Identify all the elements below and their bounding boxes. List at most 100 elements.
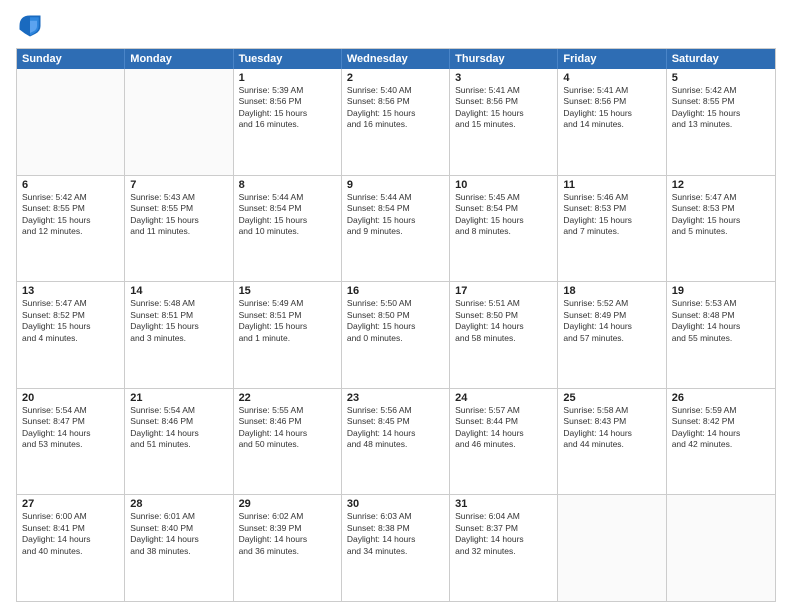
day-info: Sunrise: 5:41 AM Sunset: 8:56 PM Dayligh…: [455, 85, 524, 129]
day-info: Sunrise: 5:54 AM Sunset: 8:46 PM Dayligh…: [130, 405, 199, 449]
day-number: 1: [239, 72, 336, 84]
day-number: 9: [347, 179, 444, 191]
day-number: 27: [22, 498, 119, 510]
day-number: 6: [22, 179, 119, 191]
day-info: Sunrise: 5:44 AM Sunset: 8:54 PM Dayligh…: [347, 192, 416, 236]
calendar-day-cell: 28Sunrise: 6:01 AM Sunset: 8:40 PM Dayli…: [125, 495, 233, 601]
day-number: 24: [455, 392, 552, 404]
day-number: 16: [347, 285, 444, 297]
calendar-day-cell: 23Sunrise: 5:56 AM Sunset: 8:45 PM Dayli…: [342, 389, 450, 495]
day-number: 21: [130, 392, 227, 404]
calendar-week-row: 27Sunrise: 6:00 AM Sunset: 8:41 PM Dayli…: [17, 494, 775, 601]
calendar-day-cell: 3Sunrise: 5:41 AM Sunset: 8:56 PM Daylig…: [450, 69, 558, 175]
day-number: 28: [130, 498, 227, 510]
day-info: Sunrise: 5:55 AM Sunset: 8:46 PM Dayligh…: [239, 405, 308, 449]
day-info: Sunrise: 5:51 AM Sunset: 8:50 PM Dayligh…: [455, 298, 524, 342]
day-info: Sunrise: 5:47 AM Sunset: 8:53 PM Dayligh…: [672, 192, 741, 236]
day-number: 30: [347, 498, 444, 510]
day-number: 29: [239, 498, 336, 510]
day-number: 13: [22, 285, 119, 297]
day-info: Sunrise: 5:42 AM Sunset: 8:55 PM Dayligh…: [22, 192, 91, 236]
calendar-day-cell: 1Sunrise: 5:39 AM Sunset: 8:56 PM Daylig…: [234, 69, 342, 175]
calendar-empty-cell: [17, 69, 125, 175]
day-info: Sunrise: 5:52 AM Sunset: 8:49 PM Dayligh…: [563, 298, 632, 342]
calendar-day-cell: 10Sunrise: 5:45 AM Sunset: 8:54 PM Dayli…: [450, 176, 558, 282]
calendar-day-cell: 11Sunrise: 5:46 AM Sunset: 8:53 PM Dayli…: [558, 176, 666, 282]
day-number: 25: [563, 392, 660, 404]
day-info: Sunrise: 5:46 AM Sunset: 8:53 PM Dayligh…: [563, 192, 632, 236]
calendar-day-cell: 9Sunrise: 5:44 AM Sunset: 8:54 PM Daylig…: [342, 176, 450, 282]
calendar-header-day: Thursday: [450, 49, 558, 69]
logo-icon: [16, 12, 44, 40]
day-info: Sunrise: 5:41 AM Sunset: 8:56 PM Dayligh…: [563, 85, 632, 129]
day-number: 7: [130, 179, 227, 191]
day-number: 5: [672, 72, 770, 84]
day-number: 22: [239, 392, 336, 404]
calendar-day-cell: 29Sunrise: 6:02 AM Sunset: 8:39 PM Dayli…: [234, 495, 342, 601]
day-number: 12: [672, 179, 770, 191]
calendar-day-cell: 30Sunrise: 6:03 AM Sunset: 8:38 PM Dayli…: [342, 495, 450, 601]
header: [16, 12, 776, 40]
day-info: Sunrise: 5:49 AM Sunset: 8:51 PM Dayligh…: [239, 298, 308, 342]
day-info: Sunrise: 5:48 AM Sunset: 8:51 PM Dayligh…: [130, 298, 199, 342]
day-number: 15: [239, 285, 336, 297]
calendar-day-cell: 7Sunrise: 5:43 AM Sunset: 8:55 PM Daylig…: [125, 176, 233, 282]
day-info: Sunrise: 5:44 AM Sunset: 8:54 PM Dayligh…: [239, 192, 308, 236]
day-info: Sunrise: 5:42 AM Sunset: 8:55 PM Dayligh…: [672, 85, 741, 129]
calendar-day-cell: 16Sunrise: 5:50 AM Sunset: 8:50 PM Dayli…: [342, 282, 450, 388]
calendar-header-day: Friday: [558, 49, 666, 69]
calendar-day-cell: 8Sunrise: 5:44 AM Sunset: 8:54 PM Daylig…: [234, 176, 342, 282]
calendar-day-cell: 2Sunrise: 5:40 AM Sunset: 8:56 PM Daylig…: [342, 69, 450, 175]
day-number: 17: [455, 285, 552, 297]
calendar-day-cell: 18Sunrise: 5:52 AM Sunset: 8:49 PM Dayli…: [558, 282, 666, 388]
day-number: 8: [239, 179, 336, 191]
calendar: SundayMondayTuesdayWednesdayThursdayFrid…: [16, 48, 776, 602]
calendar-body: 1Sunrise: 5:39 AM Sunset: 8:56 PM Daylig…: [17, 69, 775, 601]
day-number: 3: [455, 72, 552, 84]
calendar-day-cell: 21Sunrise: 5:54 AM Sunset: 8:46 PM Dayli…: [125, 389, 233, 495]
calendar-empty-cell: [667, 495, 775, 601]
calendar-header: SundayMondayTuesdayWednesdayThursdayFrid…: [17, 49, 775, 69]
calendar-day-cell: 6Sunrise: 5:42 AM Sunset: 8:55 PM Daylig…: [17, 176, 125, 282]
calendar-header-day: Wednesday: [342, 49, 450, 69]
day-info: Sunrise: 6:04 AM Sunset: 8:37 PM Dayligh…: [455, 511, 524, 555]
day-number: 18: [563, 285, 660, 297]
calendar-day-cell: 15Sunrise: 5:49 AM Sunset: 8:51 PM Dayli…: [234, 282, 342, 388]
calendar-empty-cell: [125, 69, 233, 175]
calendar-day-cell: 26Sunrise: 5:59 AM Sunset: 8:42 PM Dayli…: [667, 389, 775, 495]
calendar-week-row: 13Sunrise: 5:47 AM Sunset: 8:52 PM Dayli…: [17, 281, 775, 388]
day-number: 10: [455, 179, 552, 191]
calendar-day-cell: 27Sunrise: 6:00 AM Sunset: 8:41 PM Dayli…: [17, 495, 125, 601]
day-number: 4: [563, 72, 660, 84]
calendar-day-cell: 17Sunrise: 5:51 AM Sunset: 8:50 PM Dayli…: [450, 282, 558, 388]
day-info: Sunrise: 5:59 AM Sunset: 8:42 PM Dayligh…: [672, 405, 741, 449]
day-number: 31: [455, 498, 552, 510]
day-info: Sunrise: 5:56 AM Sunset: 8:45 PM Dayligh…: [347, 405, 416, 449]
calendar-day-cell: 14Sunrise: 5:48 AM Sunset: 8:51 PM Dayli…: [125, 282, 233, 388]
day-number: 14: [130, 285, 227, 297]
calendar-day-cell: 4Sunrise: 5:41 AM Sunset: 8:56 PM Daylig…: [558, 69, 666, 175]
calendar-week-row: 1Sunrise: 5:39 AM Sunset: 8:56 PM Daylig…: [17, 69, 775, 175]
calendar-day-cell: 12Sunrise: 5:47 AM Sunset: 8:53 PM Dayli…: [667, 176, 775, 282]
calendar-empty-cell: [558, 495, 666, 601]
calendar-day-cell: 5Sunrise: 5:42 AM Sunset: 8:55 PM Daylig…: [667, 69, 775, 175]
day-info: Sunrise: 5:53 AM Sunset: 8:48 PM Dayligh…: [672, 298, 741, 342]
calendar-header-day: Saturday: [667, 49, 775, 69]
day-number: 23: [347, 392, 444, 404]
calendar-day-cell: 31Sunrise: 6:04 AM Sunset: 8:37 PM Dayli…: [450, 495, 558, 601]
day-info: Sunrise: 5:45 AM Sunset: 8:54 PM Dayligh…: [455, 192, 524, 236]
day-info: Sunrise: 6:01 AM Sunset: 8:40 PM Dayligh…: [130, 511, 199, 555]
logo: [16, 12, 48, 40]
page: SundayMondayTuesdayWednesdayThursdayFrid…: [0, 0, 792, 612]
day-number: 20: [22, 392, 119, 404]
day-info: Sunrise: 5:50 AM Sunset: 8:50 PM Dayligh…: [347, 298, 416, 342]
calendar-day-cell: 20Sunrise: 5:54 AM Sunset: 8:47 PM Dayli…: [17, 389, 125, 495]
day-info: Sunrise: 5:54 AM Sunset: 8:47 PM Dayligh…: [22, 405, 91, 449]
day-info: Sunrise: 5:39 AM Sunset: 8:56 PM Dayligh…: [239, 85, 308, 129]
calendar-day-cell: 19Sunrise: 5:53 AM Sunset: 8:48 PM Dayli…: [667, 282, 775, 388]
calendar-week-row: 20Sunrise: 5:54 AM Sunset: 8:47 PM Dayli…: [17, 388, 775, 495]
calendar-day-cell: 24Sunrise: 5:57 AM Sunset: 8:44 PM Dayli…: [450, 389, 558, 495]
day-info: Sunrise: 5:43 AM Sunset: 8:55 PM Dayligh…: [130, 192, 199, 236]
calendar-header-day: Tuesday: [234, 49, 342, 69]
calendar-day-cell: 25Sunrise: 5:58 AM Sunset: 8:43 PM Dayli…: [558, 389, 666, 495]
